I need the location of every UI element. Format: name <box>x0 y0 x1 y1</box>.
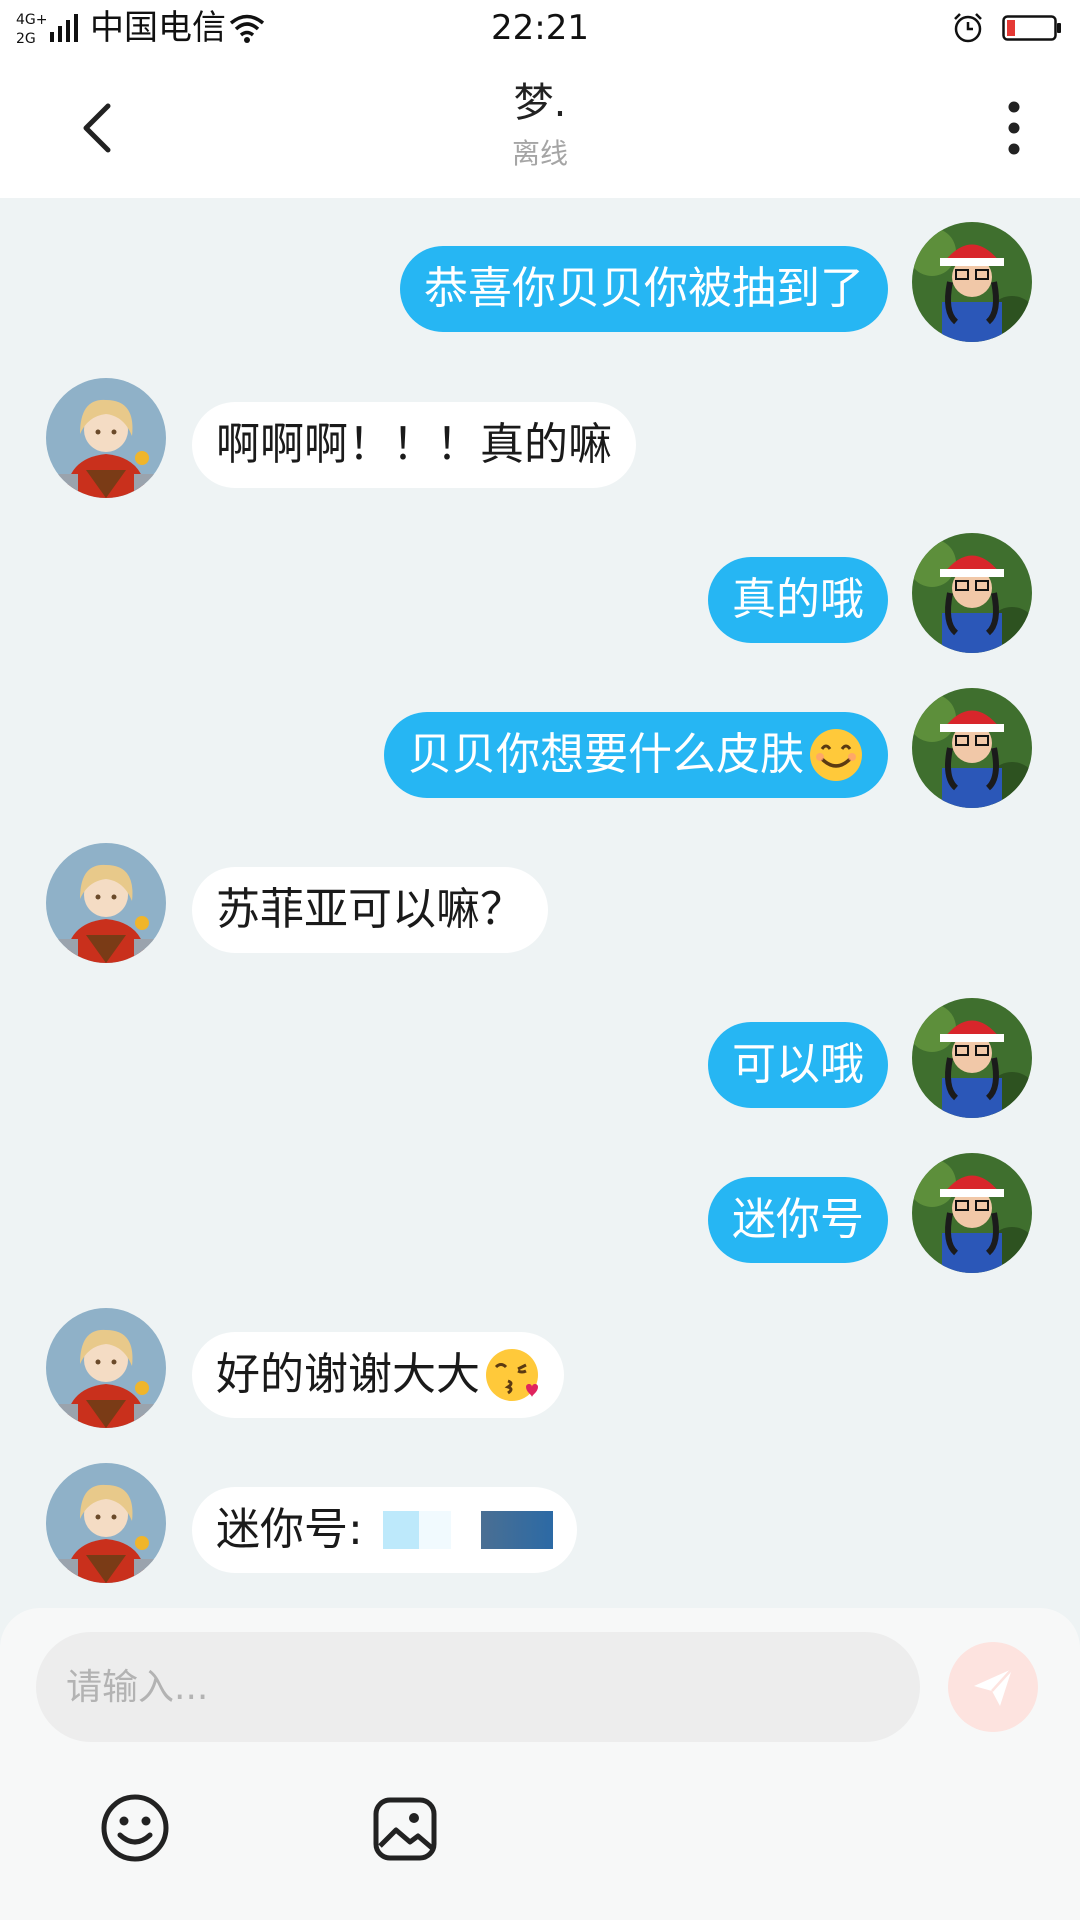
smiling-face-emoji-icon <box>808 727 864 783</box>
kissing-face-emoji-icon <box>484 1347 540 1403</box>
message-list[interactable]: 恭喜你贝贝你被抽到了 啊啊啊！！！真的嘛 真的哦 贝贝你想要什么皮肤 苏菲亚可以… <box>0 198 1080 1608</box>
message-bubble[interactable]: 恭喜你贝贝你被抽到了 <box>400 246 888 332</box>
status-time: 22:21 <box>491 8 589 48</box>
message-text: 啊啊啊！！！真的嘛 <box>216 419 612 470</box>
message-text: 好的谢谢大大 <box>216 1349 480 1400</box>
message-text: 恭喜你贝贝你被抽到了 <box>424 263 864 314</box>
contact-name: 梦. <box>513 80 567 126</box>
contact-avatar[interactable] <box>46 378 166 498</box>
chat-header: 梦. 离线 <box>0 58 1080 198</box>
more-vertical-icon <box>1008 101 1020 155</box>
more-options-button[interactable] <box>994 98 1034 158</box>
status-bar: 4G+ 2G 中国电信 22:21 <box>0 0 1080 58</box>
message-bubble[interactable]: 可以哦 <box>708 1022 888 1108</box>
message-bubble[interactable]: 迷你号: <box>192 1487 577 1573</box>
message-input[interactable] <box>36 1632 920 1742</box>
contact-status: 离线 <box>511 137 568 170</box>
image-button[interactable] <box>372 1796 438 1862</box>
message-received: 好的谢谢大大 <box>0 1308 1080 1428</box>
image-icon <box>373 1797 437 1861</box>
send-button[interactable] <box>948 1642 1038 1732</box>
redacted-block <box>418 1511 451 1549</box>
my-avatar[interactable] <box>912 222 1032 342</box>
message-text: 真的哦 <box>732 574 864 625</box>
message-sent: 迷你号 <box>0 1153 1080 1273</box>
send-icon <box>974 1668 1013 1706</box>
message-bubble[interactable]: 迷你号 <box>708 1177 888 1263</box>
message-text: 苏菲亚可以嘛？ <box>216 884 524 935</box>
message-text: 迷你号: <box>216 1504 363 1555</box>
redacted-block <box>480 1511 553 1549</box>
emoji-icon <box>101 1794 169 1862</box>
message-bubble[interactable]: 苏菲亚可以嘛？ <box>192 867 548 953</box>
my-avatar[interactable] <box>912 688 1032 808</box>
message-received: 苏菲亚可以嘛？ <box>0 843 1080 963</box>
contact-avatar[interactable] <box>46 1308 166 1428</box>
battery-icon <box>1002 15 1061 41</box>
contact-avatar[interactable] <box>46 1463 166 1583</box>
message-received: 啊啊啊！！！真的嘛 <box>0 378 1080 498</box>
alarm-icon <box>954 13 982 43</box>
message-bubble[interactable]: 贝贝你想要什么皮肤 <box>384 712 888 798</box>
message-sent: 恭喜你贝贝你被抽到了 <box>0 222 1080 342</box>
message-text: 迷你号 <box>732 1194 864 1245</box>
emoji-button[interactable] <box>100 1793 170 1863</box>
my-avatar[interactable] <box>912 533 1032 653</box>
contact-avatar[interactable] <box>46 843 166 963</box>
message-bubble[interactable]: 好的谢谢大大 <box>192 1332 564 1418</box>
message-sent: 真的哦 <box>0 533 1080 653</box>
message-sent: 可以哦 <box>0 998 1080 1118</box>
message-text: 可以哦 <box>732 1039 864 1090</box>
my-avatar[interactable] <box>912 998 1032 1118</box>
message-sent: 贝贝你想要什么皮肤 <box>0 688 1080 808</box>
message-bubble[interactable]: 真的哦 <box>708 557 888 643</box>
my-avatar[interactable] <box>912 1153 1032 1273</box>
composer <box>0 1608 1080 1920</box>
message-received: 迷你号: <box>0 1463 1080 1583</box>
message-text: 贝贝你想要什么皮肤 <box>408 729 804 780</box>
message-bubble[interactable]: 啊啊啊！！！真的嘛 <box>192 402 636 488</box>
redacted-block <box>382 1511 419 1549</box>
